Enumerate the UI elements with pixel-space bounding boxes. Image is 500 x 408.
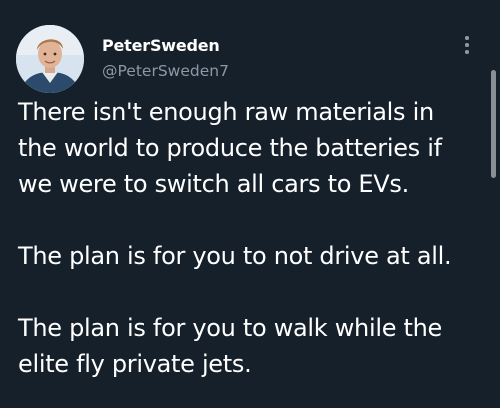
tweet-paragraph: There isn't enough raw materials in the … bbox=[18, 98, 442, 198]
more-dot bbox=[465, 50, 469, 54]
avatar[interactable] bbox=[16, 25, 84, 93]
more-dot bbox=[465, 43, 469, 47]
author-handle[interactable]: @PeterSweden7 bbox=[102, 62, 229, 80]
scrollbar-thumb[interactable] bbox=[491, 70, 496, 178]
tweet-paragraph: The plan is for you to walk while the el… bbox=[18, 314, 442, 378]
tweet-paragraph: The plan is for you to not drive at all. bbox=[18, 242, 452, 270]
user-avatar-icon bbox=[16, 25, 84, 93]
tweet-card: PeterSweden @PeterSweden7 There isn't en… bbox=[0, 0, 500, 408]
author-display-name[interactable]: PeterSweden bbox=[102, 36, 220, 55]
tweet-text: There isn't enough raw materials in the … bbox=[18, 94, 486, 382]
more-options-icon[interactable] bbox=[460, 34, 474, 56]
more-dot bbox=[465, 36, 469, 40]
